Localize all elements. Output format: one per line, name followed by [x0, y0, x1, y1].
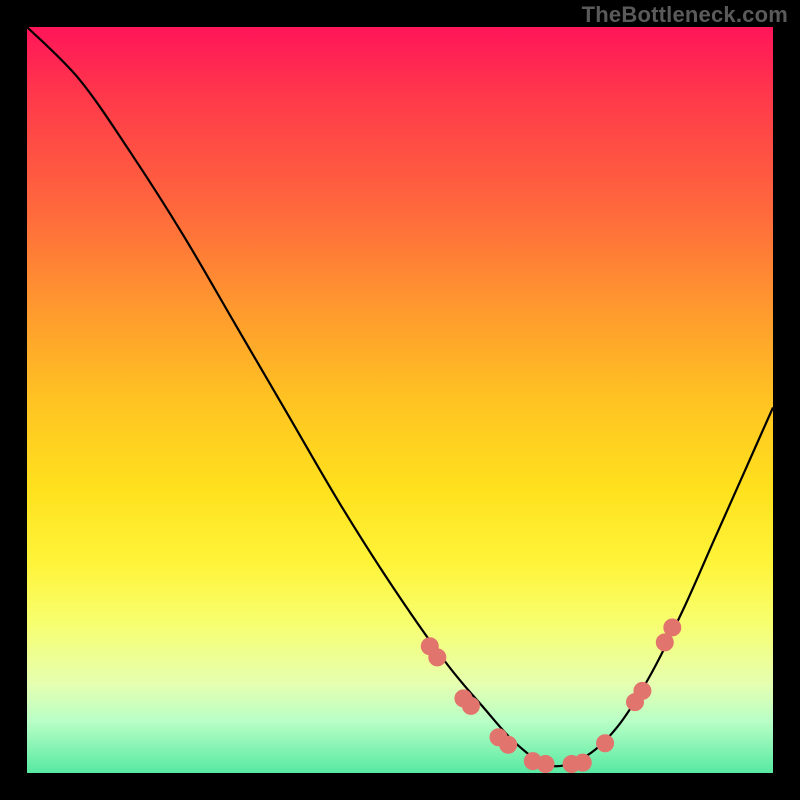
highlight-markers: [421, 619, 681, 773]
bottleneck-curve: [27, 27, 773, 766]
chart-frame: TheBottleneck.com: [0, 0, 800, 800]
curve-svg: [27, 27, 773, 773]
plot-area: [27, 27, 773, 773]
marker-dot: [537, 756, 554, 773]
marker-dot: [462, 697, 479, 714]
marker-dot: [500, 736, 517, 753]
marker-dot: [597, 735, 614, 752]
marker-dot: [429, 649, 446, 666]
marker-dot: [664, 619, 681, 636]
marker-dot: [634, 682, 651, 699]
marker-dot: [574, 754, 591, 771]
marker-dot: [656, 634, 673, 651]
watermark-label: TheBottleneck.com: [582, 2, 788, 28]
